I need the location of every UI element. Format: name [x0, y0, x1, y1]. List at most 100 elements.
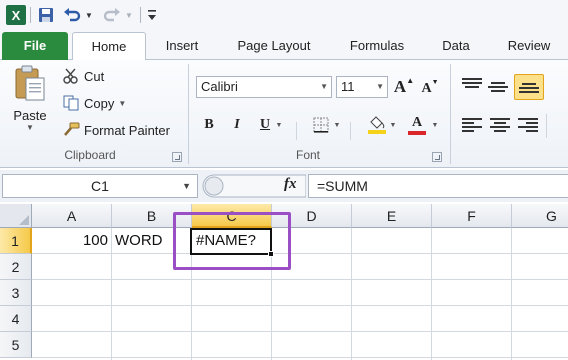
cell-a1[interactable]: 100 [34, 228, 110, 254]
fill-color-button[interactable] [366, 114, 388, 136]
gridline [32, 253, 568, 254]
chevron-down-icon: ▼ [320, 82, 328, 91]
group-divider [296, 122, 297, 140]
paste-icon [13, 64, 47, 102]
redo-icon[interactable] [102, 4, 122, 26]
copy-button[interactable]: Copy ▼ [62, 95, 126, 111]
tab-file[interactable]: File [2, 32, 68, 60]
row-header-4[interactable]: 4 [0, 306, 32, 332]
undo-icon[interactable] [62, 4, 82, 26]
customize-qat-icon[interactable] [146, 4, 158, 26]
save-icon[interactable] [36, 4, 56, 26]
paint-bucket-icon [368, 116, 386, 130]
font-name-select[interactable]: Calibri ▼ [196, 76, 332, 98]
font-color-bar [408, 131, 426, 135]
bottom-align-button[interactable] [514, 74, 544, 100]
grow-arrow-icon: ▲ [406, 76, 415, 85]
group-divider [450, 64, 451, 164]
borders-button[interactable] [310, 114, 332, 136]
font-launcher-icon[interactable] [432, 152, 442, 162]
fill-color-dropdown-icon[interactable]: ▼ [388, 114, 398, 136]
shrink-arrow-icon: ▼ [431, 78, 439, 86]
scissors-icon [62, 68, 80, 84]
tab-page-layout[interactable]: Page Layout [228, 32, 320, 60]
shrink-font-label: A [421, 81, 432, 96]
copy-label: Copy [84, 95, 115, 111]
excel-icon[interactable]: X [6, 5, 26, 25]
font-color-label: A [411, 115, 423, 130]
formula-input[interactable]: =SUMM [308, 174, 568, 198]
font-group-label: Font [295, 148, 320, 162]
row-header-1[interactable]: 1 [0, 228, 32, 254]
qat-divider [30, 7, 31, 23]
column-header-g[interactable]: G [512, 204, 568, 228]
row-header-5[interactable]: 5 [0, 332, 32, 358]
font-color-button[interactable]: A [406, 114, 428, 136]
row-header-2[interactable]: 2 [0, 254, 32, 280]
paste-button[interactable]: Paste ▼ [8, 64, 52, 132]
font-size-select[interactable]: 11 ▼ [336, 76, 388, 98]
bold-button[interactable]: B [198, 114, 220, 136]
ribbon-home: Paste ▼ Cut Copy ▼ Format Painter Clipbo… [0, 60, 568, 168]
grow-font-button[interactable]: A ▲ [394, 76, 414, 98]
column-header-f[interactable]: F [432, 204, 512, 228]
column-header-a[interactable]: A [32, 204, 112, 228]
ribbon-tabs: File Home Insert Page Layout Formulas Da… [0, 30, 568, 61]
align-center-icon[interactable] [490, 118, 510, 132]
name-box[interactable]: C1 ▼ [2, 174, 198, 198]
format-painter-icon [62, 122, 80, 138]
clipboard-group-label: Clipboard [64, 148, 116, 162]
undo-dropdown-icon[interactable]: ▼ [84, 4, 94, 26]
tab-formulas[interactable]: Formulas [340, 32, 414, 60]
paste-label: Paste [13, 108, 47, 123]
gridline [111, 228, 112, 360]
quick-access-toolbar: X ▼ ▼ [0, 0, 568, 30]
paste-dropdown-icon[interactable]: ▼ [26, 123, 34, 132]
column-header-e[interactable]: E [352, 204, 432, 228]
chevron-down-icon[interactable]: ▼ [182, 175, 191, 197]
align-left-icon[interactable] [462, 118, 482, 132]
align-right-icon[interactable] [518, 118, 538, 132]
insert-function-button[interactable]: fx [284, 176, 297, 193]
tab-insert[interactable]: Insert [156, 32, 208, 60]
annotation-highlight-box [173, 212, 291, 270]
font-name-value: Calibri [201, 79, 238, 94]
middle-align-icon[interactable] [488, 82, 508, 96]
borders-icon [313, 117, 329, 133]
tab-review[interactable]: Review [500, 32, 558, 60]
gridline [32, 279, 568, 280]
fill-color-bar [368, 130, 386, 134]
italic-button[interactable]: I [226, 114, 248, 136]
group-divider [188, 64, 189, 164]
gridline [511, 228, 512, 360]
group-divider [350, 122, 351, 140]
font-size-value: 11 [341, 79, 355, 94]
borders-dropdown-icon[interactable]: ▼ [332, 114, 342, 136]
gridline [32, 331, 568, 332]
qat-divider [140, 7, 141, 23]
underline-dropdown-icon[interactable]: ▼ [274, 114, 284, 136]
format-painter-button[interactable]: Format Painter [62, 122, 170, 138]
font-color-dropdown-icon[interactable]: ▼ [430, 114, 440, 136]
copy-dropdown-icon[interactable]: ▼ [118, 99, 126, 108]
tab-data[interactable]: Data [434, 32, 478, 60]
gridline [32, 305, 568, 306]
tab-home[interactable]: Home [72, 32, 146, 61]
grow-font-label: A [393, 77, 407, 96]
shrink-font-button[interactable]: A ▼ [420, 78, 440, 100]
name-box-value: C1 [91, 178, 109, 194]
group-divider [546, 114, 547, 138]
bottom-align-icon [519, 83, 539, 97]
cut-label: Cut [84, 68, 105, 84]
formula-bar: C1 ▼ fx =SUMM [0, 170, 568, 202]
clipboard-launcher-icon[interactable] [172, 152, 182, 162]
top-align-icon[interactable] [462, 78, 482, 92]
redo-dropdown-icon[interactable]: ▼ [124, 4, 134, 26]
gridline [351, 228, 352, 360]
row-header-3[interactable]: 3 [0, 280, 32, 306]
formula-controls: fx [200, 174, 306, 198]
cut-button[interactable]: Cut [62, 68, 104, 84]
chevron-down-icon: ▼ [376, 82, 384, 91]
select-all-button[interactable] [0, 204, 32, 228]
underline-button[interactable]: U [254, 114, 276, 136]
